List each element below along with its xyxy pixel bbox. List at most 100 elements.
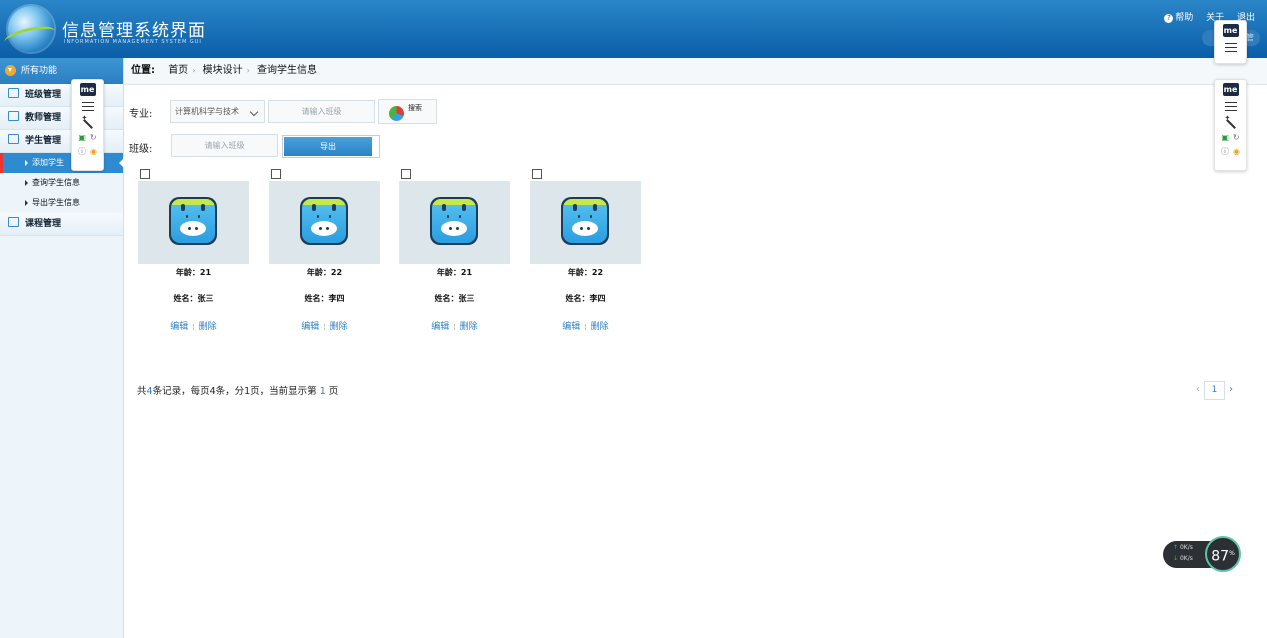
extension-toolbar-right: me ▣↻ ⓘ◉: [1214, 79, 1247, 171]
info-icon[interactable]: ⓘ: [1221, 147, 1229, 157]
avatar-ear: [442, 204, 446, 211]
breadcrumb-label: 位置:: [131, 65, 155, 76]
prev-page-icon[interactable]: ‹: [1196, 384, 1200, 395]
app-header: 信息管理系统界面 INFORMATION MANAGEMENT SYSTEM G…: [0, 0, 1267, 58]
delete-link[interactable]: 删除: [591, 322, 609, 332]
avatar-nostril: [188, 227, 191, 230]
extension-logo[interactable]: me: [1222, 24, 1239, 37]
sidebar: 所有功能 班级管理 教师管理 学生管理 添加学生 查询学生信息 导出学生信息 课…: [0, 58, 124, 638]
student-name: 姓名：李四: [565, 294, 606, 303]
card-checkbox[interactable]: [532, 169, 542, 179]
pagination-summary: 共4条记录，每页4条，分1页，当前显示第 1 页: [137, 383, 338, 397]
class-input-2[interactable]: 请输入班级: [171, 134, 278, 157]
sidebar-all-functions[interactable]: 所有功能: [0, 58, 123, 84]
export-button[interactable]: 导出: [282, 135, 380, 158]
delete-link[interactable]: 删除: [460, 322, 478, 332]
student-name: 姓名：李四: [304, 294, 345, 303]
next-page-icon[interactable]: ›: [1229, 384, 1233, 395]
screenshot-icon[interactable]: ▣: [78, 133, 86, 143]
extension-logo[interactable]: me: [1222, 83, 1239, 96]
card-actions: 编辑 ¦ 删除: [269, 319, 380, 332]
refresh-icon[interactable]: ↻: [1233, 133, 1240, 143]
pagination-text: 共: [137, 386, 147, 397]
class-input[interactable]: 请输入班级: [268, 100, 375, 123]
avatar-eye: [590, 215, 592, 218]
avatar-snout: [441, 221, 467, 236]
avatar-ear: [312, 204, 316, 211]
sidebar-group-student[interactable]: 学生管理: [0, 130, 123, 153]
student-name: 姓名：张三: [173, 294, 214, 303]
breadcrumb-home[interactable]: 首页: [168, 65, 188, 76]
help-icon: ?: [1164, 14, 1174, 23]
student-name: 姓名：张三: [434, 294, 475, 303]
action-separator: ¦: [584, 323, 587, 331]
major-select[interactable]: 计算机科学与技术: [170, 100, 265, 123]
student-photo: [399, 181, 510, 264]
edit-link[interactable]: 编辑: [170, 322, 188, 332]
student-photo: [530, 181, 641, 264]
action-separator: ¦: [192, 323, 195, 331]
avatar-nostril: [319, 227, 322, 230]
page-button[interactable]: 1: [1204, 381, 1225, 400]
avatar-nostril: [587, 227, 590, 230]
pig-avatar-icon: [430, 197, 478, 245]
extension-row: ▣ ↻: [1215, 133, 1246, 143]
card-checkbox[interactable]: [140, 169, 150, 179]
avatar-nostril: [449, 227, 452, 230]
menu-icon[interactable]: [1224, 43, 1237, 52]
search-button-label: 搜索: [408, 104, 422, 112]
breadcrumb-separator: ›: [246, 66, 250, 75]
card-checkbox[interactable]: [401, 169, 411, 179]
sidebar-group-teacher[interactable]: 教师管理: [0, 107, 123, 130]
sidebar-item-query-student[interactable]: 查询学生信息: [0, 173, 123, 193]
edit-link[interactable]: 编辑: [431, 322, 449, 332]
eye-icon[interactable]: ◉: [90, 147, 97, 157]
magic-wand-icon[interactable]: [82, 114, 94, 129]
sidebar-group-label: 学生管理: [25, 136, 62, 146]
sidebar-group-class[interactable]: 班级管理: [0, 84, 123, 107]
app-title: 信息管理系统界面: [62, 21, 206, 41]
memory-gauge: 87%: [1205, 536, 1241, 572]
delete-link[interactable]: 删除: [199, 322, 217, 332]
sidebar-group-label: 班级管理: [25, 90, 62, 100]
sidebar-group-course[interactable]: 课程管理: [0, 213, 123, 236]
avatar-ear: [332, 204, 336, 211]
eye-icon[interactable]: ◉: [1233, 147, 1240, 157]
edit-link[interactable]: 编辑: [562, 322, 580, 332]
sidebar-group-label: 教师管理: [25, 113, 62, 123]
info-icon[interactable]: ⓘ: [78, 147, 86, 157]
search-button[interactable]: 搜索: [378, 99, 437, 124]
magic-wand-icon[interactable]: [1225, 114, 1237, 129]
avatar-eye: [186, 215, 188, 218]
pagination-current: 1: [319, 386, 326, 397]
pig-avatar-face: [171, 199, 215, 243]
sidebar-item-export-student[interactable]: 导出学生信息: [0, 193, 123, 213]
sidebar-item-add-student[interactable]: 添加学生: [0, 153, 124, 173]
avatar-eye: [459, 215, 461, 218]
menu-icon[interactable]: [81, 102, 94, 111]
pagination-text: 页: [328, 386, 339, 397]
card-actions: 编辑 ¦ 删除: [530, 319, 641, 332]
extension-toolbar: me ▣ ↻ ⓘ ◉: [71, 79, 104, 171]
avatar-snout: [572, 221, 598, 236]
avatar-nostril: [195, 227, 198, 230]
network-speed-widget[interactable]: 0K/s 0K/s 87%: [1163, 536, 1243, 572]
help-link[interactable]: ? 帮助: [1164, 13, 1193, 23]
student-photo: [269, 181, 380, 264]
avatar-ear: [181, 204, 185, 211]
pig-avatar-icon: [300, 197, 348, 245]
edit-link[interactable]: 编辑: [301, 322, 319, 332]
refresh-icon[interactable]: ↻: [90, 133, 97, 143]
major-label: 专业:: [129, 109, 153, 120]
search-icon: [389, 106, 404, 121]
card-actions: 编辑 ¦ 删除: [399, 319, 510, 332]
breadcrumb-module[interactable]: 模块设计: [203, 65, 243, 76]
extension-logo[interactable]: me: [79, 83, 96, 96]
app-subtitle: INFORMATION MANAGEMENT SYSTEM GUI: [64, 39, 202, 45]
menu-icon[interactable]: [1224, 102, 1237, 111]
sidebar-group-label: 课程管理: [25, 219, 62, 229]
delete-link[interactable]: 删除: [330, 322, 348, 332]
student-age: 年龄：22: [306, 268, 343, 277]
card-checkbox[interactable]: [271, 169, 281, 179]
screenshot-icon[interactable]: ▣: [1221, 133, 1229, 143]
